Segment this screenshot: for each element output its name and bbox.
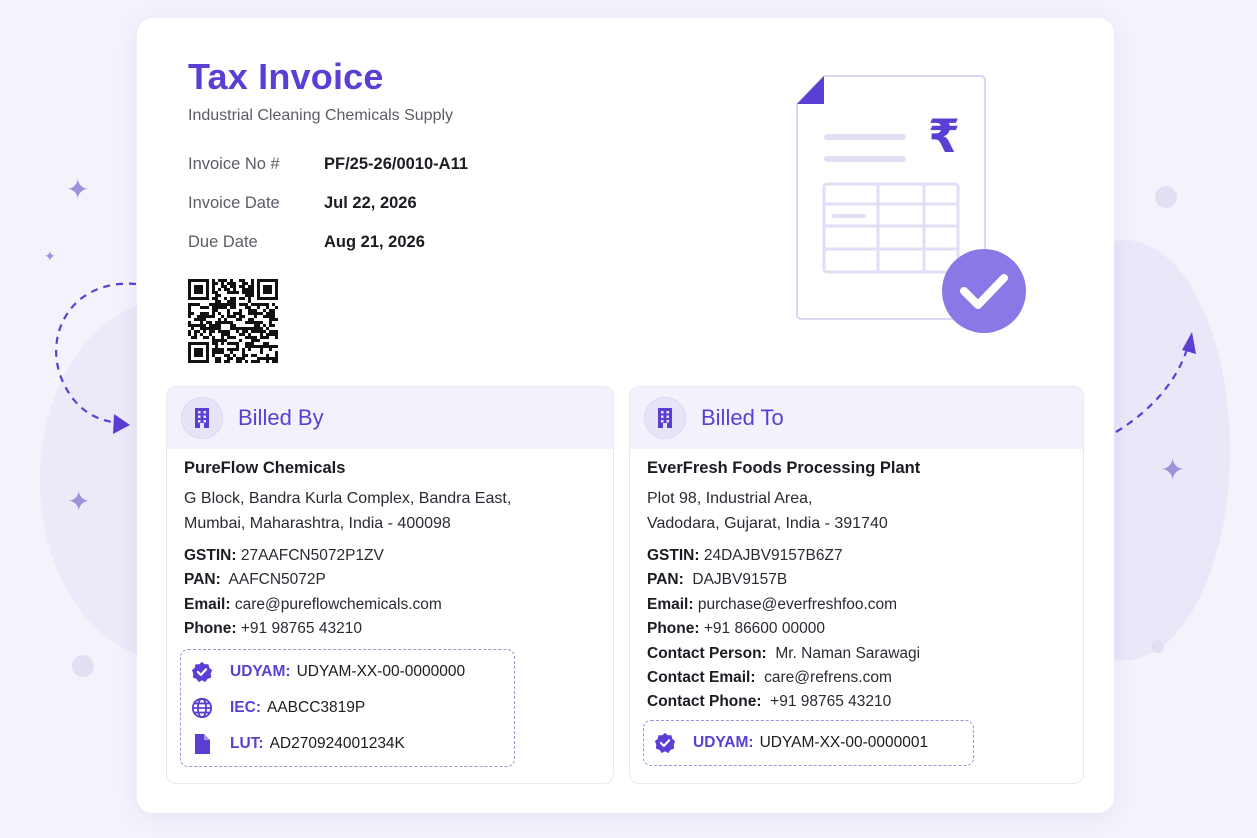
contact-person-row: Contact Person: Mr. Naman Sarawagi xyxy=(647,644,921,662)
globe-icon xyxy=(191,697,213,719)
sparkle-icon: ✦ xyxy=(67,486,91,517)
sparkle-icon: ✦ xyxy=(1160,454,1186,487)
lut-row: LUT: AD270924001234K xyxy=(191,726,504,762)
contact-phone-row: Contact Phone: +91 98765 43210 xyxy=(647,693,892,711)
billed-by-header: Billed By xyxy=(167,387,613,449)
phone-row: Phone: +91 98765 43210 xyxy=(184,620,362,638)
address-line: Vadodara, Gujarat, India - 391740 xyxy=(647,515,888,532)
page-title: Tax Invoice xyxy=(188,56,384,97)
phone-row: Phone: +91 86600 00000 xyxy=(647,620,825,638)
meta-row-invoice-date: Invoice Date Jul 22, 2026 xyxy=(188,194,468,233)
meta-value: PF/25-26/0010-A11 xyxy=(324,155,469,173)
address-line: Mumbai, Maharashtra, India - 400098 xyxy=(184,515,451,532)
company-name: EverFresh Foods Processing Plant xyxy=(647,459,921,477)
gstin-row: GSTIN: 27AAFCN5072P1ZV xyxy=(184,547,384,564)
business-ids-box: UDYAM: UDYAM-XX-00-0000001 xyxy=(643,720,974,766)
invoice-meta: Invoice No # PF/25-26/0010-A11 Invoice D… xyxy=(188,155,468,272)
invoice-card: Tax Invoice Industrial Cleaning Chemical… xyxy=(137,18,1114,813)
meta-value: Jul 22, 2026 xyxy=(324,194,417,212)
meta-label: Invoice Date xyxy=(188,194,280,212)
meta-label: Due Date xyxy=(188,233,258,251)
page-subtitle: Industrial Cleaning Chemicals Supply xyxy=(188,107,454,124)
business-ids-box: UDYAM: UDYAM-XX-00-0000000 IEC: AABCC381… xyxy=(180,649,515,767)
email-row: Email: purchase@everfreshfoo.com xyxy=(647,595,898,613)
check-circle-icon xyxy=(942,249,1026,333)
sparkle-icon: ✦ xyxy=(44,248,56,264)
udyam-row: UDYAM: UDYAM-XX-00-0000001 xyxy=(654,725,963,761)
billed-to-panel: Billed To EverFresh Foods Processing Pla… xyxy=(629,386,1084,784)
billed-to-header: Billed To xyxy=(630,387,1083,449)
contact-email-row: Contact Email: care@refrens.com xyxy=(647,669,892,687)
address-line: Plot 98, Industrial Area, xyxy=(647,490,813,507)
udyam-row: UDYAM: UDYAM-XX-00-0000000 xyxy=(191,654,504,690)
iec-row: IEC: AABCC3819P xyxy=(191,690,504,726)
meta-label: Invoice No # xyxy=(188,155,280,173)
background-dot xyxy=(1155,186,1177,208)
sparkle-icon: ✦ xyxy=(66,174,90,205)
currency-symbol-icon: ₹ xyxy=(928,109,960,163)
pan-row: PAN: DAJBV9157B xyxy=(647,571,788,589)
document-icon xyxy=(191,733,213,755)
verified-badge-icon xyxy=(654,732,676,754)
background-dot xyxy=(1151,640,1164,653)
panel-title: Billed To xyxy=(701,405,784,430)
pan-row: PAN: AAFCN5072P xyxy=(184,571,326,589)
meta-row-due-date: Due Date Aug 21, 2026 xyxy=(188,233,468,272)
email-row: Email: care@pureflowchemicals.com xyxy=(184,595,442,613)
gstin-row: GSTIN: 24DAJBV9157B6Z7 xyxy=(647,547,843,564)
qr-code xyxy=(188,279,278,363)
company-name: PureFlow Chemicals xyxy=(184,459,346,477)
address-line: G Block, Bandra Kurla Complex, Bandra Ea… xyxy=(184,490,512,507)
dashed-arrow-right-icon xyxy=(1115,332,1196,433)
meta-row-invoice-no: Invoice No # PF/25-26/0010-A11 xyxy=(188,155,468,194)
building-icon xyxy=(181,397,223,439)
meta-value: Aug 21, 2026 xyxy=(324,233,425,251)
dashed-arrow-left-icon xyxy=(55,282,137,434)
verified-badge-icon xyxy=(191,661,213,683)
panel-title: Billed By xyxy=(238,405,324,430)
building-icon xyxy=(644,397,686,439)
background-dot xyxy=(72,655,94,677)
invoice-illustration: ₹ xyxy=(796,75,1026,333)
billed-by-panel: Billed By PureFlow Chemicals G Block, Ba… xyxy=(166,386,614,784)
